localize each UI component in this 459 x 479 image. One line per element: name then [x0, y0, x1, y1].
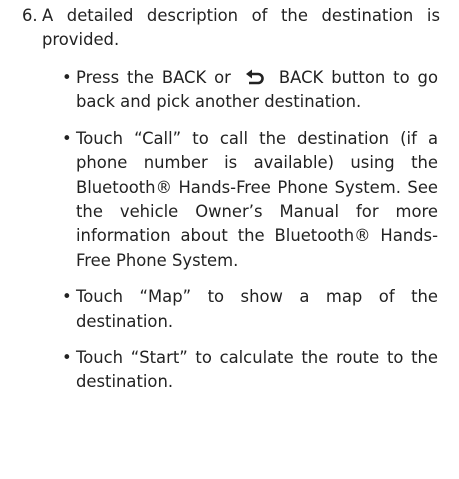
bullet-dot: •: [62, 287, 72, 307]
bullet-dot: •: [62, 128, 72, 148]
bullet-text-part-1: Press the BACK or: [76, 68, 231, 87]
manual-page: 6. A detailed description of the destina…: [0, 0, 459, 479]
bullet-item-map: • Touch “Map” to show a map of the desti…: [62, 285, 438, 334]
bullet-text: Touch “Call” to call the destination (if…: [76, 128, 438, 270]
bullet-dot: •: [62, 68, 72, 87]
step-text: A detailed description of the destinatio…: [42, 6, 440, 49]
numbered-step: 6. A detailed description of the destina…: [22, 4, 440, 52]
bullet-item-back: • Press the BACK or BACK button to go ba…: [62, 66, 438, 115]
bullet-text: Touch “Start” to calculate the route to …: [76, 348, 438, 392]
bullet-item-call: • Touch “Call” to call the destination (…: [62, 127, 438, 273]
bullet-item-start: • Touch “Start” to calculate the route t…: [62, 346, 438, 395]
back-arrow-icon: [245, 69, 264, 85]
bullet-list: • Press the BACK or BACK button to go ba…: [62, 66, 438, 407]
bullet-dot: •: [62, 348, 72, 368]
bullet-text: Touch “Map” to show a map of the destina…: [76, 287, 438, 331]
step-number: 6.: [22, 6, 38, 25]
